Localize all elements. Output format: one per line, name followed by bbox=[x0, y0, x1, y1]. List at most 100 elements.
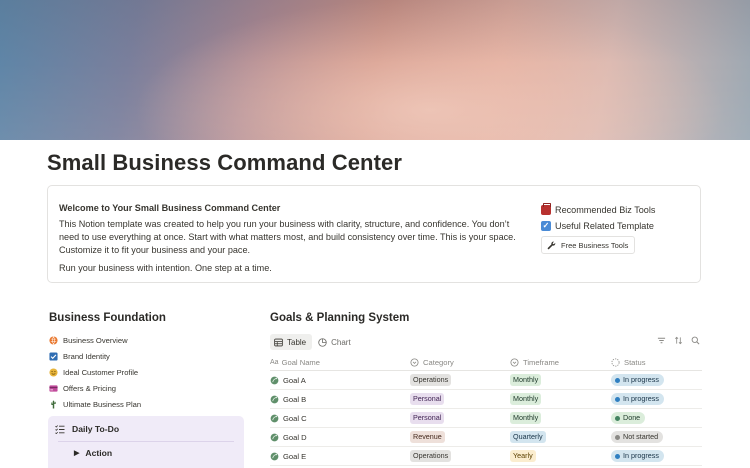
column-header-timeframe[interactable]: Timeframe bbox=[510, 358, 611, 367]
link-recommended-biz-tools[interactable]: Recommended Biz Tools bbox=[541, 202, 691, 218]
status-badge: Not started bbox=[611, 431, 664, 443]
timeframe-cell[interactable]: Monthly bbox=[510, 393, 611, 405]
list-item-label: Ideal Customer Profile bbox=[63, 367, 139, 377]
status-dot bbox=[615, 396, 620, 402]
page-link-ideal-customer-profile[interactable]: Ideal Customer Profile bbox=[49, 364, 249, 380]
category-tag: Revenue bbox=[410, 431, 445, 443]
category-tag: Personal bbox=[410, 412, 445, 424]
search-icon[interactable] bbox=[691, 336, 700, 345]
welcome-callout: Welcome to Your Small Business Command C… bbox=[47, 185, 701, 283]
timeframe-tag: Monthly bbox=[510, 393, 542, 405]
status-cell[interactable]: In progress bbox=[611, 374, 702, 386]
status-label: Not started bbox=[623, 432, 659, 441]
wrench-icon bbox=[547, 241, 556, 249]
page-link-ultimate-business-plan[interactable]: Ultimate Business Plan bbox=[49, 396, 249, 412]
checklist-icon bbox=[55, 424, 65, 434]
callout-text-block: Welcome to Your Small Business Command C… bbox=[59, 202, 519, 280]
credit-card-icon bbox=[49, 384, 58, 392]
view-tools bbox=[649, 336, 700, 345]
page-cover-image[interactable] bbox=[0, 0, 750, 140]
table-row[interactable]: Goal A Operations Monthly In progress bbox=[270, 371, 702, 390]
page-link-business-overview[interactable]: Business Overview bbox=[49, 332, 249, 348]
timeframe-cell[interactable]: Monthly bbox=[510, 412, 611, 424]
select-property-icon bbox=[410, 358, 419, 367]
checkbox-icon bbox=[49, 351, 58, 361]
status-label: In progress bbox=[623, 394, 659, 403]
table-row[interactable]: Goal C Personal Monthly Done bbox=[270, 409, 702, 428]
table-header-row: Aa Goal Name Category Timeframe Status bbox=[270, 355, 702, 371]
category-cell[interactable]: Operations bbox=[410, 450, 510, 462]
page-title: Small Business Command Center bbox=[47, 150, 402, 175]
daily-todo-card: Daily To-Do ▶ Action bbox=[48, 416, 244, 468]
goal-name-cell[interactable]: Goal E bbox=[270, 452, 410, 461]
status-cell[interactable]: In progress bbox=[611, 450, 702, 462]
timeframe-tag: Yearly bbox=[510, 450, 536, 462]
chart-icon bbox=[318, 337, 327, 347]
column-header-category[interactable]: Category bbox=[410, 358, 510, 367]
table-row[interactable]: Goal E Operations Yearly In progress bbox=[270, 447, 702, 466]
goal-page-icon bbox=[270, 433, 279, 441]
status-label: In progress bbox=[623, 375, 659, 384]
timeframe-cell[interactable]: Monthly bbox=[510, 374, 611, 386]
category-cell[interactable]: Operations bbox=[410, 374, 510, 386]
goal-name-cell[interactable]: Goal D bbox=[270, 433, 410, 442]
status-cell[interactable]: Done bbox=[611, 412, 702, 424]
goal-name: Goal E bbox=[283, 451, 307, 461]
toggle-triangle-icon: ▶ bbox=[74, 450, 80, 457]
page-link-brand-identity[interactable]: Brand Identity bbox=[49, 348, 249, 364]
business-foundation-heading: Business Foundation bbox=[49, 312, 166, 324]
goal-name-cell[interactable]: Goal A bbox=[270, 376, 410, 385]
goals-table: Aa Goal Name Category Timeframe Status G… bbox=[270, 355, 702, 466]
goal-name: Goal C bbox=[283, 413, 307, 423]
list-item-label: Business Overview bbox=[63, 335, 128, 345]
status-dot bbox=[615, 453, 620, 459]
button-label: Free Business Tools bbox=[561, 240, 629, 250]
goals-planning-heading: Goals & Planning System bbox=[270, 312, 410, 324]
goal-page-icon bbox=[270, 452, 279, 460]
cactus-icon bbox=[51, 400, 56, 409]
list-item-label: Ultimate Business Plan bbox=[63, 399, 142, 409]
action-toggle[interactable]: ▶ Action bbox=[74, 448, 112, 458]
status-badge: In progress bbox=[611, 450, 664, 462]
column-header-goal-name[interactable]: Aa Goal Name bbox=[270, 358, 410, 367]
goal-name-cell[interactable]: Goal C bbox=[270, 414, 410, 423]
view-tab-table[interactable]: Table bbox=[270, 334, 313, 350]
table-row[interactable]: Goal B Personal Monthly In progress bbox=[270, 390, 702, 409]
category-cell[interactable]: Personal bbox=[410, 393, 510, 405]
link-label: Recommended Biz Tools bbox=[555, 205, 656, 215]
category-cell[interactable]: Revenue bbox=[410, 431, 510, 443]
free-business-tools-button[interactable]: Free Business Tools bbox=[541, 236, 636, 254]
table-row[interactable]: Goal D Revenue Quarterly Not started bbox=[270, 428, 702, 447]
status-dot bbox=[615, 377, 620, 383]
select-property-icon bbox=[510, 358, 519, 367]
foundation-page-list: Business Overview Brand Identity Ideal C… bbox=[49, 332, 249, 412]
status-label: Done bbox=[623, 413, 641, 422]
filter-icon[interactable] bbox=[657, 336, 666, 345]
callout-closing: Run your business with intention. One st… bbox=[59, 263, 272, 273]
goals-planning-section: Goals & Planning System Table Chart Aa G… bbox=[270, 312, 702, 466]
category-tag: Operations bbox=[410, 374, 452, 386]
goal-name-cell[interactable]: Goal B bbox=[270, 395, 410, 404]
status-cell[interactable]: Not started bbox=[611, 431, 702, 443]
category-cell[interactable]: Personal bbox=[410, 412, 510, 424]
timeframe-cell[interactable]: Quarterly bbox=[510, 431, 611, 443]
view-tab-chart[interactable]: Chart bbox=[314, 334, 357, 350]
status-property-icon bbox=[611, 358, 620, 367]
timeframe-cell[interactable]: Yearly bbox=[510, 450, 611, 462]
goal-page-icon bbox=[270, 395, 279, 403]
daily-todo-title: Daily To-Do bbox=[72, 424, 120, 434]
column-header-label: Category bbox=[423, 358, 454, 367]
page-link-offers-pricing[interactable]: Offers & Pricing bbox=[49, 380, 249, 396]
callout-links: Recommended Biz Tools ✓ Useful Related T… bbox=[541, 202, 691, 254]
timeframe-tag: Monthly bbox=[510, 374, 542, 386]
column-header-status[interactable]: Status bbox=[611, 358, 702, 367]
link-useful-related-template[interactable]: ✓ Useful Related Template bbox=[541, 218, 691, 234]
table-icon bbox=[274, 338, 283, 346]
status-cell[interactable]: In progress bbox=[611, 393, 702, 405]
link-label: Useful Related Template bbox=[555, 221, 654, 231]
sort-icon[interactable] bbox=[674, 336, 683, 345]
goal-name: Goal A bbox=[283, 375, 306, 385]
status-dot bbox=[615, 415, 620, 421]
action-toggle-label: Action bbox=[85, 448, 113, 458]
category-tag: Personal bbox=[410, 393, 445, 405]
